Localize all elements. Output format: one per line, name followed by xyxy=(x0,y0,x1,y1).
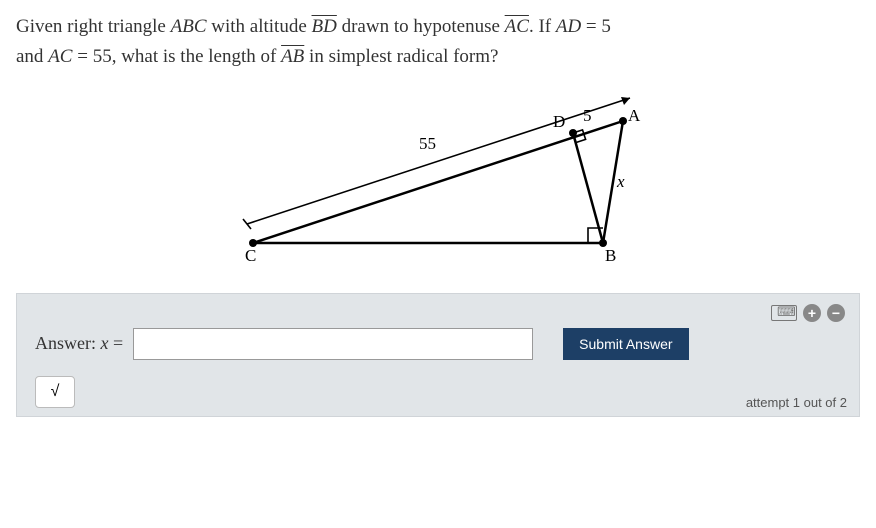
q-target: AB xyxy=(281,46,304,67)
label-b: B xyxy=(605,246,616,265)
q-altitude: BD xyxy=(312,16,337,37)
q-part: with altitude xyxy=(207,16,312,37)
q-part: , what is the length of xyxy=(112,46,281,67)
question-text: Given right triangle ABC with altitude B… xyxy=(16,12,860,73)
keyboard-icon[interactable] xyxy=(771,305,797,321)
q-var-ac: AC xyxy=(48,46,72,67)
q-eq: = xyxy=(72,46,92,67)
sqrt-button[interactable]: √ xyxy=(35,376,75,408)
q-part: in simplest radical form? xyxy=(304,46,498,67)
attempt-counter: attempt 1 out of 2 xyxy=(746,395,847,410)
q-val-5: 5 xyxy=(601,16,611,37)
label-55: 55 xyxy=(419,134,436,153)
answer-panel: + − Answer: x = Submit Answer √ attempt … xyxy=(16,293,860,417)
q-part: . If xyxy=(529,16,556,37)
label-5: 5 xyxy=(583,106,592,125)
diagram-container: C B A D 55 5 x xyxy=(16,93,860,273)
zoom-in-icon[interactable]: + xyxy=(803,304,821,322)
q-hypotenuse: AC xyxy=(505,16,529,37)
label-c: C xyxy=(245,246,256,265)
answer-label: Answer: x = xyxy=(35,333,123,354)
q-val-55: 55 xyxy=(93,46,112,67)
triangle-diagram: C B A D 55 5 x xyxy=(233,93,643,273)
zoom-out-icon[interactable]: − xyxy=(827,304,845,322)
label-a: A xyxy=(628,106,641,125)
label-x: x xyxy=(616,172,625,191)
q-triangle: ABC xyxy=(171,16,207,37)
panel-icons: + − xyxy=(771,304,845,322)
answer-row: Answer: x = Submit Answer xyxy=(35,328,841,360)
label-d: D xyxy=(553,112,565,131)
submit-button[interactable]: Submit Answer xyxy=(563,328,688,360)
answer-input[interactable] xyxy=(133,328,533,360)
q-part: drawn to hypotenuse xyxy=(337,16,505,37)
q-var-ad: AD xyxy=(556,16,581,37)
q-part: Given right triangle xyxy=(16,16,171,37)
q-eq: = xyxy=(581,16,601,37)
tool-row: √ xyxy=(35,376,841,408)
q-part: and xyxy=(16,46,48,67)
